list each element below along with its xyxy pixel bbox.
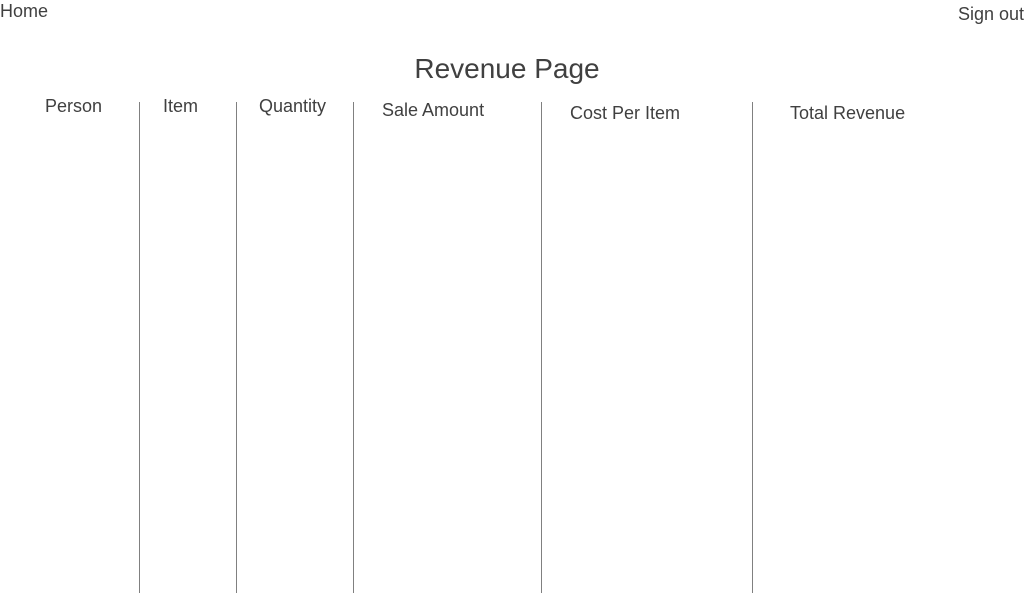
page-title: Revenue Page [414, 53, 600, 84]
column-header-total-revenue: Total Revenue [790, 103, 906, 123]
revenue-page: Home Sign out Revenue Page Person Item Q… [0, 0, 1024, 600]
column-header-quantity: Quantity [259, 96, 327, 116]
column-header-cost-per-item: Cost Per Item [570, 103, 681, 123]
home-link[interactable]: Home [0, 1, 48, 21]
column-divider [139, 102, 140, 593]
column-divider [236, 102, 237, 593]
column-divider [353, 102, 354, 593]
column-divider [752, 102, 753, 593]
column-header-person: Person [45, 96, 103, 116]
column-header-item: Item [163, 96, 199, 116]
column-divider [541, 102, 542, 593]
sign-out-link[interactable]: Sign out [958, 4, 1024, 24]
column-header-sale-amount: Sale Amount [382, 100, 485, 120]
